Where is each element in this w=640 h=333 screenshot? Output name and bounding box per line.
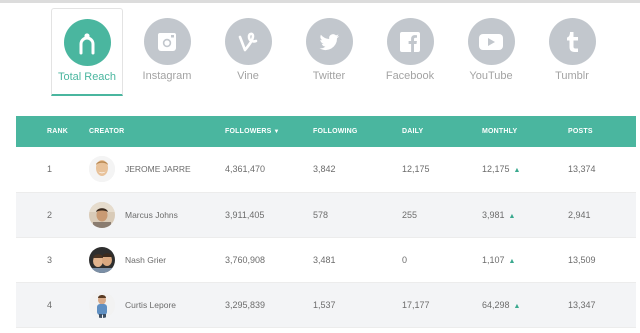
creator-name: Nash Grier [125, 254, 167, 265]
tab-label: Twitter [312, 70, 346, 82]
column-header-followers[interactable]: FOLLOWERS ▼ [225, 116, 313, 147]
monthly-cell: 64,298 ▲ [482, 282, 568, 328]
column-header-creator[interactable]: CREATOR [89, 116, 225, 147]
tab-label: Tumblr [555, 70, 589, 82]
avatar [89, 201, 115, 228]
posts-cell: 13,374 [568, 147, 636, 193]
sort-down-icon: ▼ [273, 129, 280, 135]
network-tabs: Total Reach Instagram Vine Twitter Faceb… [50, 8, 610, 98]
tab-label: YouTube [469, 70, 513, 82]
table-row[interactable]: 3 Nash Grier 3,760,908 3,481 0 1,107 ▲ 1… [16, 237, 636, 283]
tab-label: Facebook [385, 70, 435, 82]
rank-cell: 4 [16, 282, 89, 328]
youtube-icon [467, 18, 515, 65]
tab-tumblr[interactable]: Tumblr [536, 8, 608, 96]
trend-up-icon: ▲ [508, 257, 516, 265]
daily-cell: 255 [402, 192, 482, 238]
followers-cell: 3,295,839 [225, 282, 313, 328]
table-header: RANK CREATOR FOLLOWERS ▼ FOLLOWING DAILY … [16, 116, 636, 147]
trend-up-icon: ▲ [513, 167, 521, 175]
monthly-cell: 3,981 ▲ [482, 192, 568, 238]
posts-cell: 13,509 [568, 237, 636, 283]
trend-up-icon: ▲ [513, 302, 521, 310]
trend-up-icon: ▲ [508, 212, 516, 220]
monthly-cell: 12,175 ▲ [482, 147, 568, 193]
column-header-monthly[interactable]: MONTHLY [482, 116, 568, 147]
table-row[interactable]: 1 JEROME JARRE 4,361,470 3,842 12,175 12… [16, 147, 636, 193]
rank-cell: 3 [16, 237, 89, 283]
creator-cell[interactable]: Nash Grier [89, 237, 225, 283]
daily-cell: 17,177 [402, 282, 482, 328]
instagram-icon [143, 18, 191, 65]
person-icon [63, 19, 111, 66]
tab-vine[interactable]: Vine [212, 8, 284, 96]
creator-cell[interactable]: Marcus Johns [89, 192, 225, 238]
following-cell: 578 [313, 192, 402, 238]
posts-cell: 13,347 [568, 282, 636, 328]
daily-cell: 12,175 [402, 147, 482, 193]
daily-cell: 0 [402, 237, 482, 283]
tab-facebook[interactable]: Facebook [374, 8, 446, 96]
tab-label: Vine [237, 70, 259, 82]
column-header-daily[interactable]: DAILY [402, 116, 482, 147]
leaderboard-table: RANK CREATOR FOLLOWERS ▼ FOLLOWING DAILY … [16, 116, 636, 328]
creator-cell[interactable]: JEROME JARRE [89, 147, 225, 193]
following-cell: 3,842 [313, 147, 402, 193]
avatar [89, 291, 115, 318]
followers-cell: 3,911,405 [225, 192, 313, 238]
following-cell: 3,481 [313, 237, 402, 283]
posts-cell: 2,941 [568, 192, 636, 238]
twitter-icon [305, 18, 353, 65]
tab-label: Total Reach [57, 71, 117, 83]
creator-name: Curtis Lepore [125, 299, 177, 310]
followers-cell: 3,760,908 [225, 237, 313, 283]
creator-name: JEROME JARRE [125, 164, 191, 175]
table-row[interactable]: 2 Marcus Johns 3,911,405 578 255 3,981 ▲… [16, 192, 636, 238]
creator-name: Marcus Johns [125, 209, 178, 220]
facebook-icon [386, 18, 434, 65]
tumblr-icon [548, 18, 596, 65]
tab-youtube[interactable]: YouTube [455, 8, 527, 96]
table-row[interactable]: 4 Curtis Lepore 3,295,839 1,537 17,177 6… [16, 282, 636, 328]
tab-label: Instagram [142, 70, 192, 82]
followers-cell: 4,361,470 [225, 147, 313, 193]
creator-cell[interactable]: Curtis Lepore [89, 282, 225, 328]
tab-total-reach[interactable]: Total Reach [51, 8, 123, 96]
rank-cell: 2 [16, 192, 89, 238]
vine-icon [224, 18, 272, 65]
column-header-posts[interactable]: POSTS [568, 116, 636, 147]
rank-cell: 1 [16, 147, 89, 193]
top-border [0, 0, 640, 3]
monthly-cell: 1,107 ▲ [482, 237, 568, 283]
tab-twitter[interactable]: Twitter [293, 8, 365, 96]
following-cell: 1,537 [313, 282, 402, 328]
column-header-rank[interactable]: RANK [16, 116, 89, 147]
avatar [89, 156, 115, 183]
avatar [89, 246, 115, 273]
tab-instagram[interactable]: Instagram [131, 8, 203, 96]
column-header-following[interactable]: FOLLOWING [313, 116, 402, 147]
